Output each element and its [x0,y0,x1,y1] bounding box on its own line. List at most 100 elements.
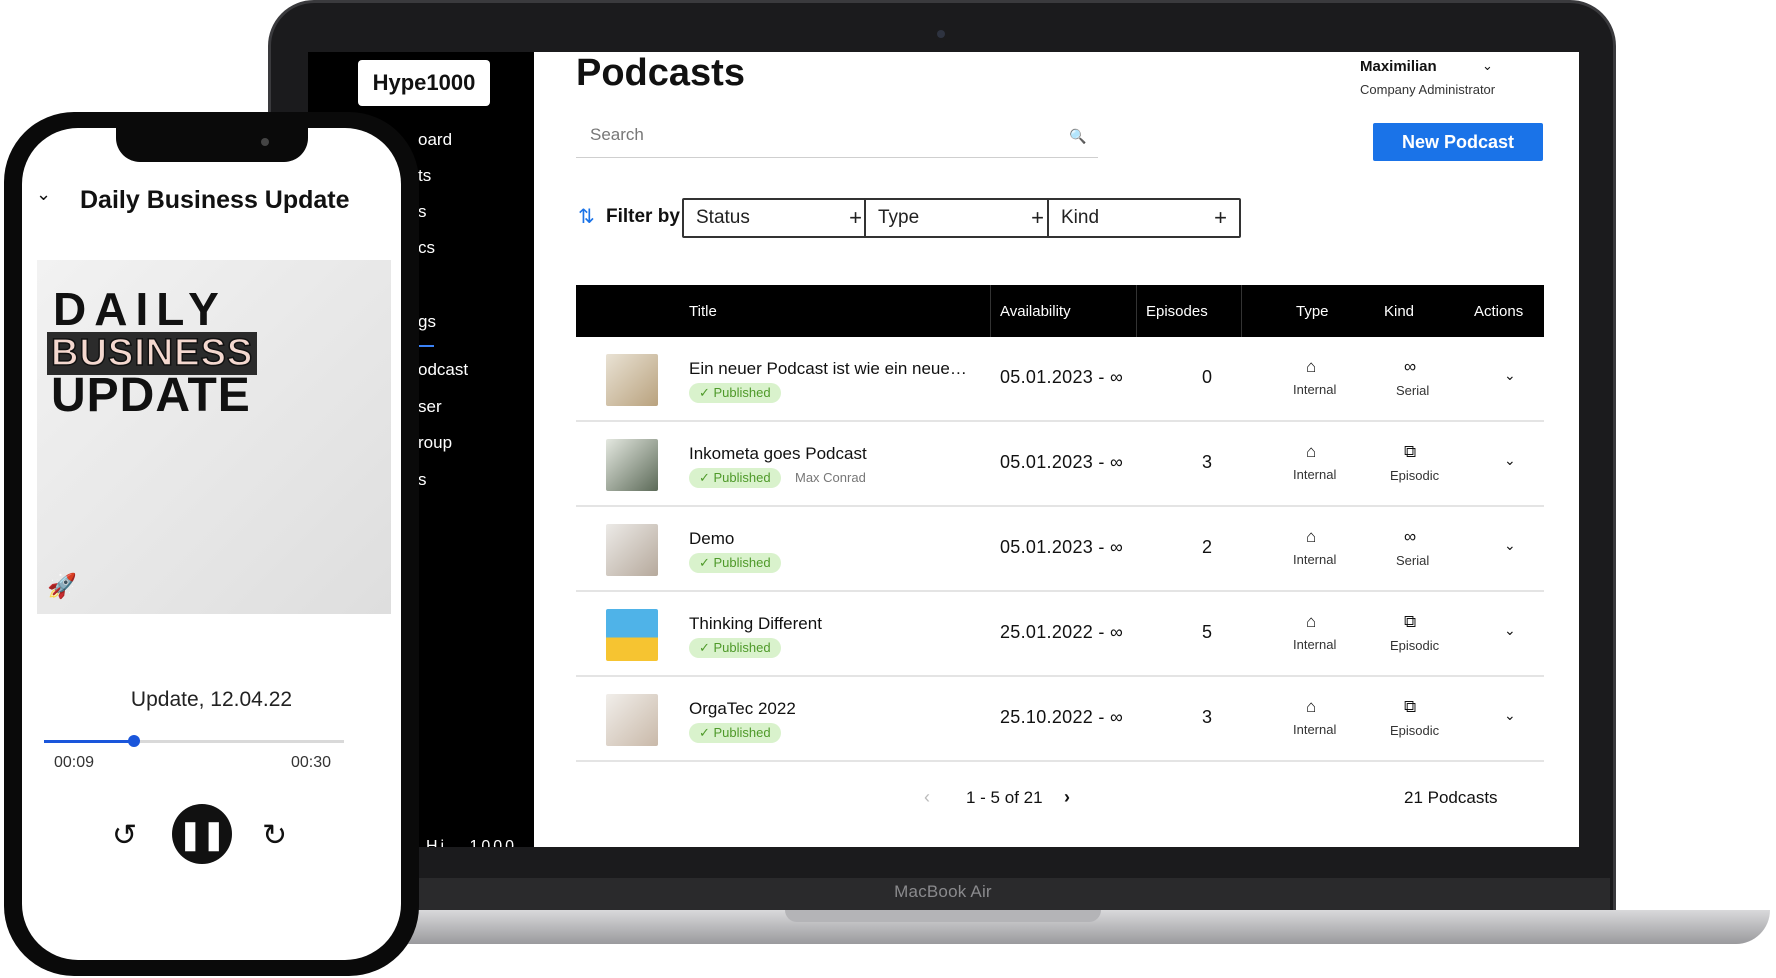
pagination-range: 1 - 5 of 21 [966,788,1043,807]
kind-label: Serial [1396,553,1430,568]
progress-slider[interactable] [44,735,344,747]
phone-notch [116,128,308,162]
duration: 00:30 [291,754,332,771]
laptop-screen: Hype1000 oard ts s cs gs odcast ser roup… [308,52,1579,847]
filter-type-label: Type [878,207,920,228]
podcast-thumbnail [606,609,658,661]
episodic-icon: ⧉ [1404,612,1417,631]
filter-status-label: Status [696,207,750,228]
progress-knob[interactable] [128,735,140,747]
chevron-down-icon[interactable]: ⌄ [1482,58,1493,74]
podcast-title[interactable]: Demo [689,529,734,549]
internal-icon: ⌂ [1306,697,1317,716]
kind-label: Episodic [1390,723,1440,738]
table-row[interactable]: Ein neuer Podcast ist wie ein neues ... … [576,337,1544,422]
header-kind[interactable]: Kind [1384,303,1414,320]
header-availability[interactable]: Availability [1000,303,1071,320]
plus-icon: + [1214,205,1227,230]
filter-icon: ⇅ [578,206,595,228]
type-label: Internal [1293,637,1337,652]
availability: 25.01.2022 - ∞ [1000,622,1124,642]
forward-30-icon[interactable]: ↻ [262,818,287,853]
filter-kind-label: Kind [1061,207,1100,228]
podcast-thumbnail [606,354,658,406]
serial-icon: ∞ [1404,357,1417,376]
episode-cover: DAILY BUSINESS UPDATE 🚀 [37,260,391,614]
current-time: 00:09 [54,754,95,771]
episodic-icon: ⧉ [1404,442,1417,461]
search-icon[interactable]: 🔍 [1069,128,1086,145]
podcast-thumbnail [606,694,658,746]
app-logo[interactable]: Hype1000 [358,60,490,106]
availability: 25.10.2022 - ∞ [1000,707,1124,727]
chevron-right-icon[interactable]: › [1064,787,1070,808]
filter-type[interactable]: Type + [864,198,1058,238]
kind-label: Episodic [1390,468,1440,483]
episode-count: 3 [1202,707,1213,727]
filter-status[interactable]: Status + [682,198,876,238]
chevron-down-icon[interactable]: ⌄ [36,184,51,205]
phone-screen: ⌄ Daily Business Update DAILY BUSINESS U… [22,128,401,960]
episode-count: 0 [1202,367,1213,387]
chevron-down-icon[interactable]: ⌄ [1504,537,1516,554]
episode-count: 5 [1202,622,1213,642]
internal-icon: ⌂ [1306,442,1317,461]
cover-text: DAILY [53,283,227,335]
user-name[interactable]: Maximilian [1360,58,1437,75]
filter-label: Filter by [606,206,680,227]
search-bar: 🔍 [576,115,1098,158]
type-label: Internal [1293,467,1337,482]
type-label: Internal [1293,382,1337,397]
podcast-title[interactable]: Thinking Different [689,614,822,634]
header-divider [990,285,991,337]
chevron-down-icon[interactable]: ⌄ [1504,622,1516,639]
kind-label: Serial [1396,383,1430,398]
rewind-30-icon[interactable]: ↺ [112,818,137,853]
chevron-down-icon[interactable]: ⌄ [1504,707,1516,724]
header-divider [1136,285,1137,337]
progress-fill [44,740,134,743]
pause-button[interactable]: ❚❚ [172,804,232,864]
podcast-table: Title Availability Episodes Type Kind Ac… [576,285,1544,762]
table-header: Title Availability Episodes Type Kind Ac… [576,285,1544,337]
cover-text: UPDATE [51,369,251,422]
internal-icon: ⌂ [1306,527,1317,546]
podcast-title[interactable]: Ein neuer Podcast ist wie ein neues ... [689,359,969,379]
new-podcast-button[interactable]: New Podcast [1373,123,1543,161]
status-badge: ✓ Published [689,638,781,658]
availability: 05.01.2023 - ∞ [1000,537,1124,557]
device-mockup: MacBook Air Hype1000 oard ts s cs gs odc… [0,0,1776,978]
chevron-down-icon[interactable]: ⌄ [1504,452,1516,469]
table-row[interactable]: OrgaTec 2022 ✓ Published 25.10.2022 - ∞ … [576,677,1544,762]
filter-kind[interactable]: Kind + [1047,198,1241,238]
episode-title: Update, 12.04.22 [130,688,293,711]
user-role: Company Administrator [1360,82,1496,97]
availability: 05.01.2023 - ∞ [1000,452,1124,472]
laptop-notch [785,910,1101,922]
table-row[interactable]: Thinking Different ✓ Published 25.01.202… [576,592,1544,677]
chevron-left-icon[interactable]: ‹ [924,787,930,808]
podcast-thumbnail [606,524,658,576]
chevron-down-icon[interactable]: ⌄ [1504,367,1516,384]
table-row[interactable]: Inkometa goes Podcast ✓ Published Max Co… [576,422,1544,507]
episodic-icon: ⧉ [1404,697,1417,716]
camera-icon [261,138,269,146]
episode-count: 3 [1202,452,1213,472]
status-badge: ✓ Published [689,468,781,488]
status-badge: ✓ Published [689,383,781,403]
podcast-title[interactable]: OrgaTec 2022 [689,699,796,719]
serial-icon: ∞ [1404,527,1417,546]
rocket-icon: 🚀 [47,573,77,600]
podcast-title[interactable]: Inkometa goes Podcast [689,444,867,464]
header-type[interactable]: Type [1296,303,1329,320]
search-input[interactable] [576,115,1056,155]
header-episodes[interactable]: Episodes [1146,303,1208,320]
status-badge: ✓ Published [689,723,781,743]
podcast-thumbnail [606,439,658,491]
header-actions: Actions [1474,303,1524,320]
table-row[interactable]: Demo ✓ Published 05.01.2023 - ∞ 2 ⌂ Inte… [576,507,1544,592]
plus-icon: + [849,205,862,230]
header-title[interactable]: Title [689,303,717,320]
internal-icon: ⌂ [1306,357,1317,376]
main-content: Podcasts Maximilian ⌄ Company Administra… [534,52,1579,847]
